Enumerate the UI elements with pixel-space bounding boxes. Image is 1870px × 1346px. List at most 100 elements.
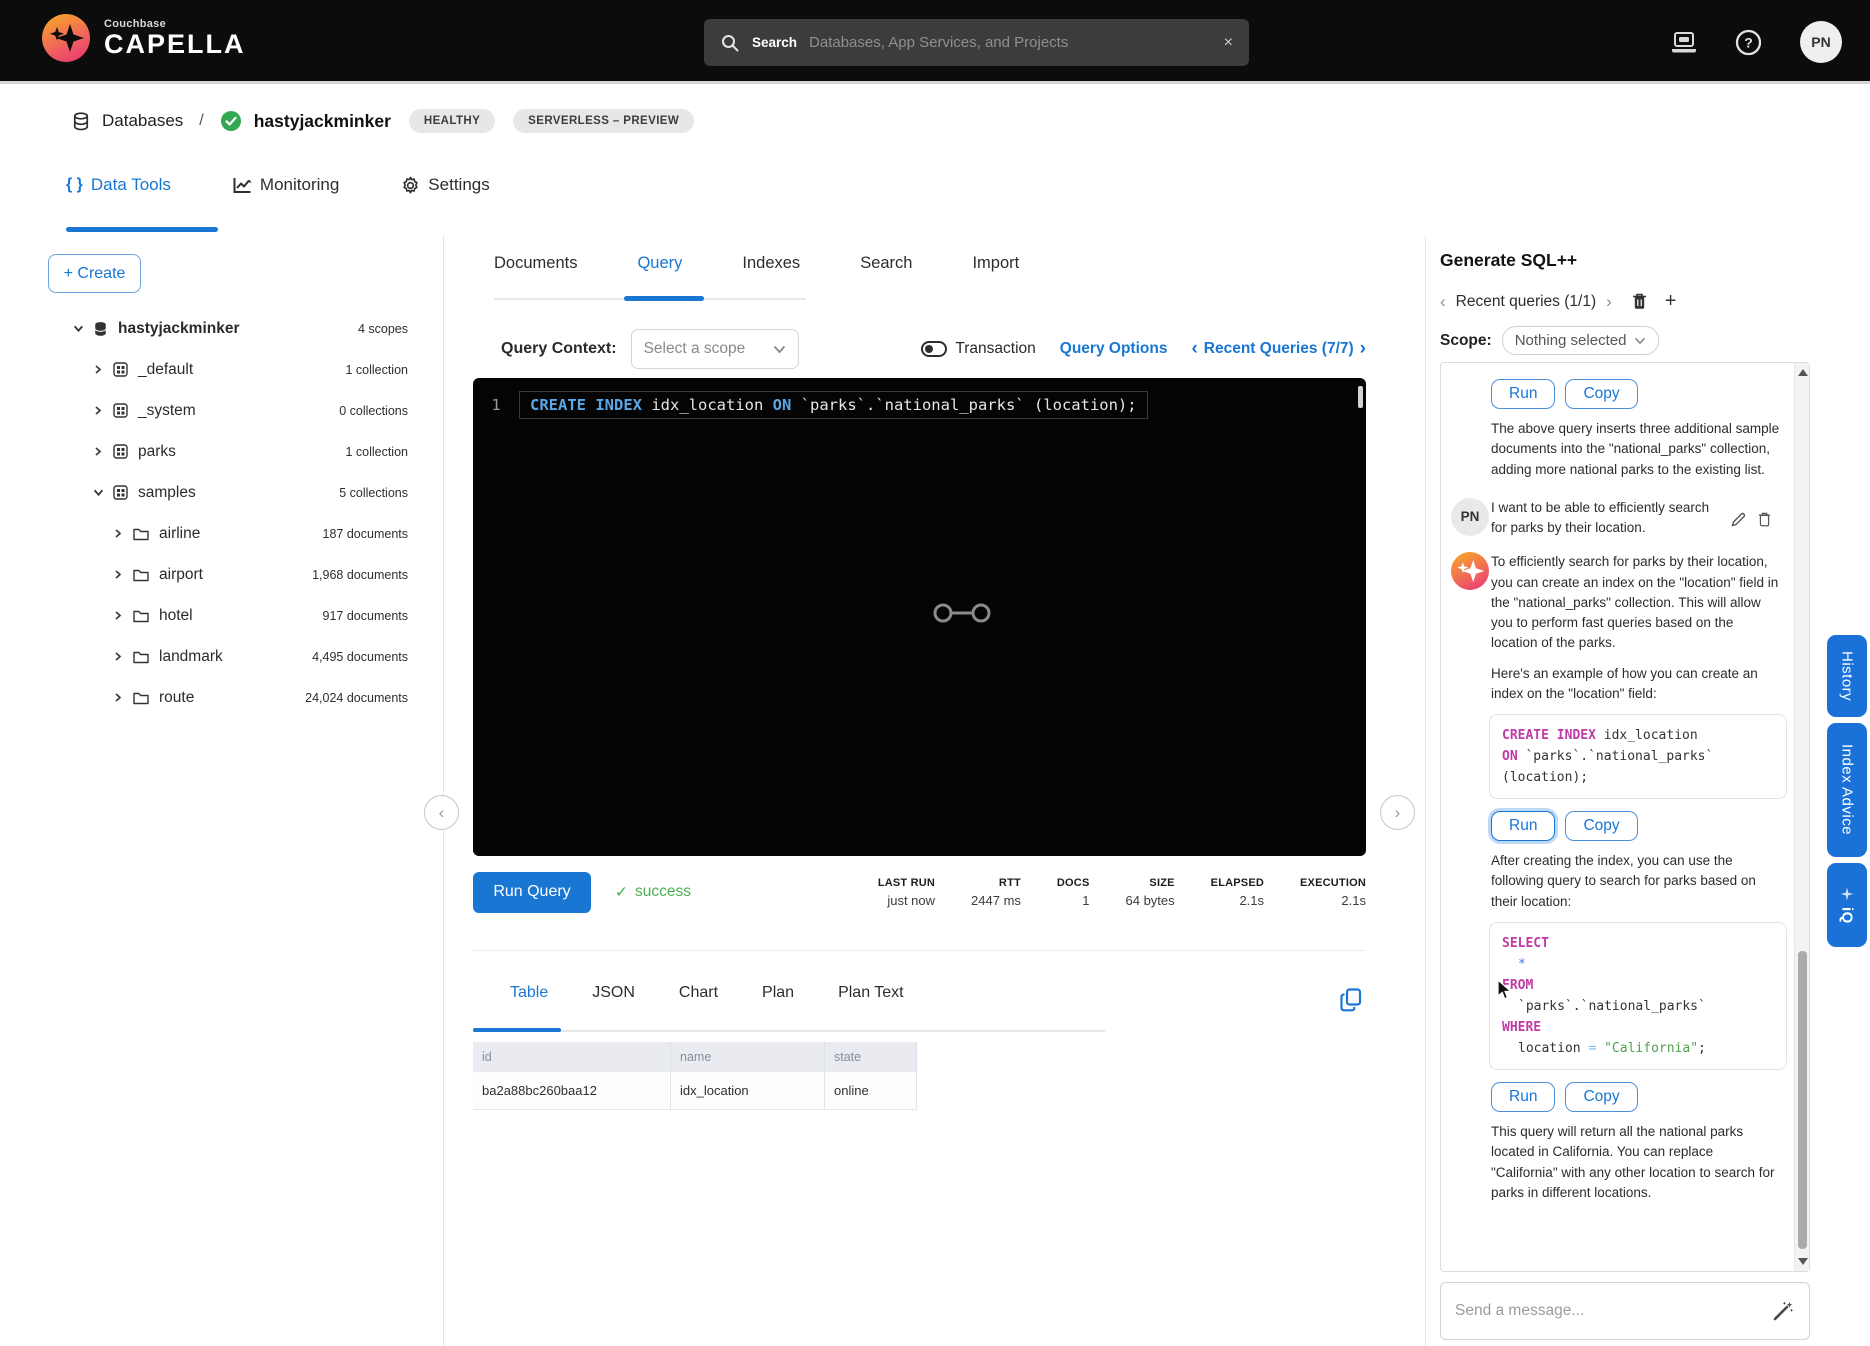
- iq-tab[interactable]: iQ: [1827, 863, 1867, 947]
- query-options-link[interactable]: Query Options: [1060, 340, 1168, 358]
- ai-message: To efficiently search for parks by their…: [1451, 552, 1783, 653]
- chevron-right-icon[interactable]: [112, 569, 124, 580]
- chevron-right-icon[interactable]: ›: [1606, 292, 1612, 312]
- chevron-right-icon[interactable]: [92, 364, 104, 375]
- col-header-id[interactable]: id: [473, 1042, 671, 1072]
- tree-item-collection[interactable]: airport 1,968 documents: [0, 554, 444, 595]
- help-icon[interactable]: ?: [1735, 29, 1762, 56]
- copy-button[interactable]: Copy: [1565, 379, 1638, 409]
- history-tab[interactable]: History: [1827, 635, 1867, 717]
- scrollbar-thumb[interactable]: [1798, 951, 1807, 1249]
- tab-settings[interactable]: Settings: [401, 175, 490, 195]
- tab-json[interactable]: JSON: [592, 984, 635, 1002]
- tree-label: airline: [159, 524, 201, 542]
- cell-id: ba2a88bc260baa12: [473, 1072, 671, 1110]
- tree-label: samples: [138, 483, 196, 501]
- message-input[interactable]: [1455, 1302, 1761, 1320]
- chat-scrollbar[interactable]: [1794, 363, 1809, 1271]
- run-button[interactable]: Run: [1491, 379, 1556, 409]
- generate-sql-panel: Generate SQL++ ‹ Recent queries (1/1) › …: [1425, 236, 1870, 1346]
- user-message: PN I want to be able to efficiently sear…: [1451, 497, 1783, 539]
- create-button[interactable]: + Create: [48, 254, 141, 293]
- sql-identifier: idx_location: [651, 396, 773, 414]
- run-button[interactable]: Run: [1491, 1082, 1556, 1113]
- tree-count: 4 scopes: [357, 321, 408, 336]
- scroll-down-arrow[interactable]: [1798, 1258, 1808, 1265]
- tab-import[interactable]: Import: [972, 254, 1019, 273]
- tree-item-collection[interactable]: route 24,024 documents: [0, 677, 444, 718]
- scope-select[interactable]: Select a scope: [630, 329, 799, 369]
- col-header-state[interactable]: state: [825, 1042, 917, 1072]
- global-search[interactable]: Search Databases, App Services, and Proj…: [704, 19, 1249, 66]
- table-row[interactable]: ba2a88bc260baa12 idx_location online: [473, 1072, 1366, 1110]
- tab-chart[interactable]: Chart: [679, 984, 718, 1002]
- chevron-left-icon[interactable]: ‹: [1440, 292, 1446, 312]
- col-header-name[interactable]: name: [671, 1042, 825, 1072]
- tab-data-tools[interactable]: { } Data Tools: [66, 175, 171, 195]
- chevron-down-icon[interactable]: [72, 323, 84, 334]
- stat-value: 2447 ms: [971, 892, 1021, 908]
- previous-query-circle[interactable]: ‹: [424, 795, 459, 830]
- query-tab-underline: [624, 296, 704, 301]
- copy-results-icon[interactable]: [1340, 988, 1362, 1012]
- folder-icon: [133, 691, 149, 705]
- run-query-button[interactable]: Run Query: [473, 871, 591, 913]
- cluster-name[interactable]: hastyjackminker: [254, 111, 391, 132]
- edit-icon[interactable]: [1731, 512, 1746, 527]
- delete-query-icon[interactable]: [1632, 293, 1647, 310]
- chevron-right-icon[interactable]: [92, 405, 104, 416]
- tree-item-collection[interactable]: hotel 917 documents: [0, 595, 444, 636]
- search-clear-icon[interactable]: ×: [1224, 34, 1233, 52]
- tab-table[interactable]: Table: [510, 984, 548, 1002]
- breadcrumb-databases[interactable]: Databases: [102, 111, 183, 131]
- tree-item-scope[interactable]: samples 5 collections: [0, 472, 444, 513]
- delete-icon[interactable]: [1758, 512, 1771, 527]
- index-advice-tab[interactable]: Index Advice: [1827, 723, 1867, 857]
- ai-paragraph: After creating the index, you can use th…: [1491, 853, 1756, 909]
- query-editor[interactable]: 1 CREATE INDEX idx_location ON `parks`.`…: [473, 378, 1366, 856]
- tree-item-collection[interactable]: landmark 4,495 documents: [0, 636, 444, 677]
- chevron-right-icon[interactable]: [112, 528, 124, 539]
- magic-wand-icon[interactable]: [1771, 1299, 1795, 1323]
- chevron-right-icon[interactable]: [112, 651, 124, 662]
- table-tab-underline: [473, 1028, 561, 1032]
- transaction-toggle[interactable]: Transaction: [921, 340, 1036, 358]
- tab-indexes[interactable]: Indexes: [742, 254, 800, 273]
- topbar-actions: ? PN: [1671, 0, 1842, 84]
- index-advice-tab-label: Index Advice: [1838, 744, 1856, 836]
- tree-label: route: [159, 688, 195, 706]
- chevron-left-icon[interactable]: ‹: [1191, 338, 1197, 360]
- recent-queries-label[interactable]: Recent Queries (7/7): [1204, 340, 1354, 358]
- tab-monitoring[interactable]: Monitoring: [233, 175, 339, 195]
- panel-scope-label: Scope:: [1440, 331, 1492, 349]
- tab-query[interactable]: Query: [637, 254, 682, 273]
- tab-search[interactable]: Search: [860, 254, 912, 273]
- new-query-icon[interactable]: +: [1665, 290, 1677, 313]
- terminal-icon[interactable]: [1671, 31, 1697, 53]
- tree-item-bucket[interactable]: hastyjackminker 4 scopes: [0, 308, 444, 349]
- next-query-circle[interactable]: ›: [1380, 795, 1415, 830]
- stat-size: SIZE 64 bytes: [1126, 877, 1175, 908]
- chevron-right-icon[interactable]: [112, 692, 124, 703]
- copy-button[interactable]: Copy: [1565, 811, 1638, 842]
- run-button-focused[interactable]: Run: [1491, 811, 1556, 842]
- chevron-right-icon[interactable]: ›: [1360, 338, 1366, 360]
- tree-item-scope[interactable]: _default 1 collection: [0, 349, 444, 390]
- brand[interactable]: Couchbase CAPELLA: [42, 14, 246, 62]
- tab-documents[interactable]: Documents: [494, 254, 577, 273]
- scroll-up-arrow[interactable]: [1798, 369, 1808, 376]
- chevron-right-icon[interactable]: [112, 610, 124, 621]
- tree-item-scope[interactable]: _system 0 collections: [0, 390, 444, 431]
- copy-button[interactable]: Copy: [1565, 1082, 1638, 1113]
- cell-state: online: [825, 1072, 917, 1110]
- user-avatar[interactable]: PN: [1800, 21, 1842, 63]
- chevron-right-icon[interactable]: [92, 446, 104, 457]
- tree-item-collection[interactable]: airline 187 documents: [0, 513, 444, 554]
- active-tab-underline: [66, 227, 218, 232]
- tree-item-scope[interactable]: parks 1 collection: [0, 431, 444, 472]
- chevron-down-icon[interactable]: [92, 487, 104, 498]
- tab-plan[interactable]: Plan: [762, 984, 794, 1002]
- panel-scope-select[interactable]: Nothing selected: [1501, 326, 1660, 355]
- tab-plan-text[interactable]: Plan Text: [838, 984, 904, 1002]
- editor-scrollbar[interactable]: [1358, 386, 1363, 408]
